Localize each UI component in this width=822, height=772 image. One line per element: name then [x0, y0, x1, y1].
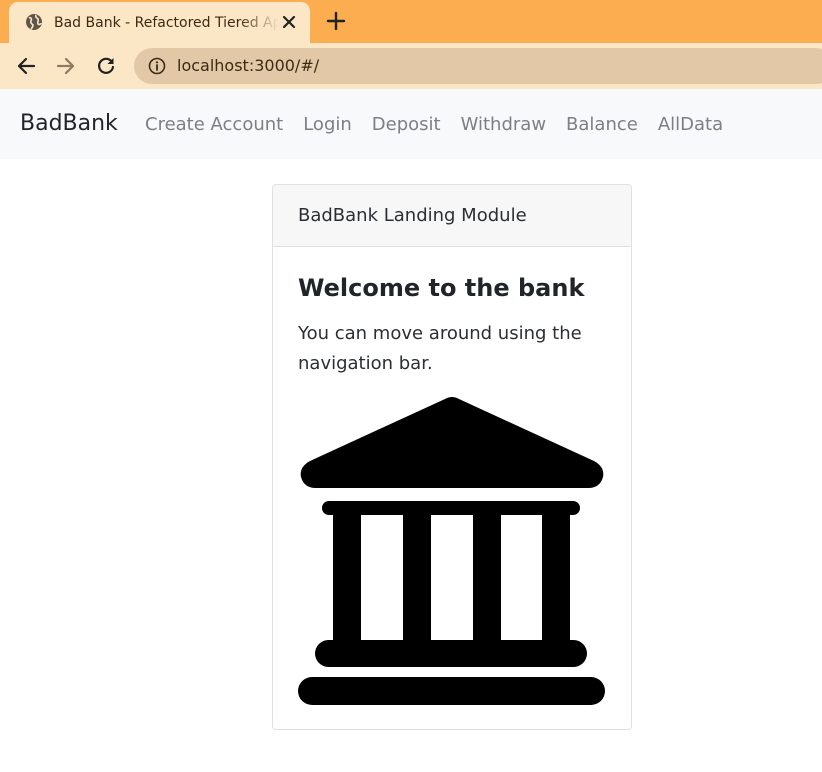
nav-link-login[interactable]: Login — [293, 112, 362, 138]
card-header-text: BadBank Landing Module — [298, 205, 527, 226]
address-bar[interactable]: localhost:3000/#/ — [134, 48, 822, 84]
card-header: BadBank Landing Module — [273, 185, 631, 247]
card-text: You can move around using the navigation… — [298, 323, 582, 374]
plus-icon[interactable] — [326, 11, 346, 31]
app-navbar: BadBank Create Account Login Deposit Wit… — [0, 89, 822, 159]
navbar-brand[interactable]: BadBank — [20, 110, 118, 138]
landing-card: BadBank Landing Module Welcome to the ba… — [272, 184, 632, 730]
arrow-left-icon[interactable] — [15, 55, 37, 77]
bank-icon — [298, 397, 605, 705]
close-icon[interactable] — [280, 13, 298, 31]
tab-title: Bad Bank - Refactored Tiered App — [54, 15, 279, 31]
reload-icon[interactable] — [95, 55, 117, 77]
browser-tab-strip: Bad Bank - Refactored Tiered App — [0, 0, 822, 43]
url-text: localhost:3000/#/ — [177, 56, 320, 75]
nav-link-deposit[interactable]: Deposit — [362, 112, 451, 138]
nav-link-withdraw[interactable]: Withdraw — [451, 112, 556, 138]
card-title: Welcome to the bank — [298, 274, 585, 302]
browser-tab[interactable]: Bad Bank - Refactored Tiered App — [9, 2, 310, 43]
info-icon[interactable] — [148, 57, 166, 75]
nav-link-alldata[interactable]: AllData — [648, 112, 733, 138]
nav-link-balance[interactable]: Balance — [556, 112, 648, 138]
nav-link-create-account[interactable]: Create Account — [135, 112, 293, 138]
navbar-links: Create Account Login Deposit Withdraw Ba… — [135, 112, 733, 138]
browser-toolbar: localhost:3000/#/ — [0, 43, 822, 89]
arrow-right-icon[interactable] — [55, 55, 77, 77]
globe-icon — [26, 14, 42, 30]
